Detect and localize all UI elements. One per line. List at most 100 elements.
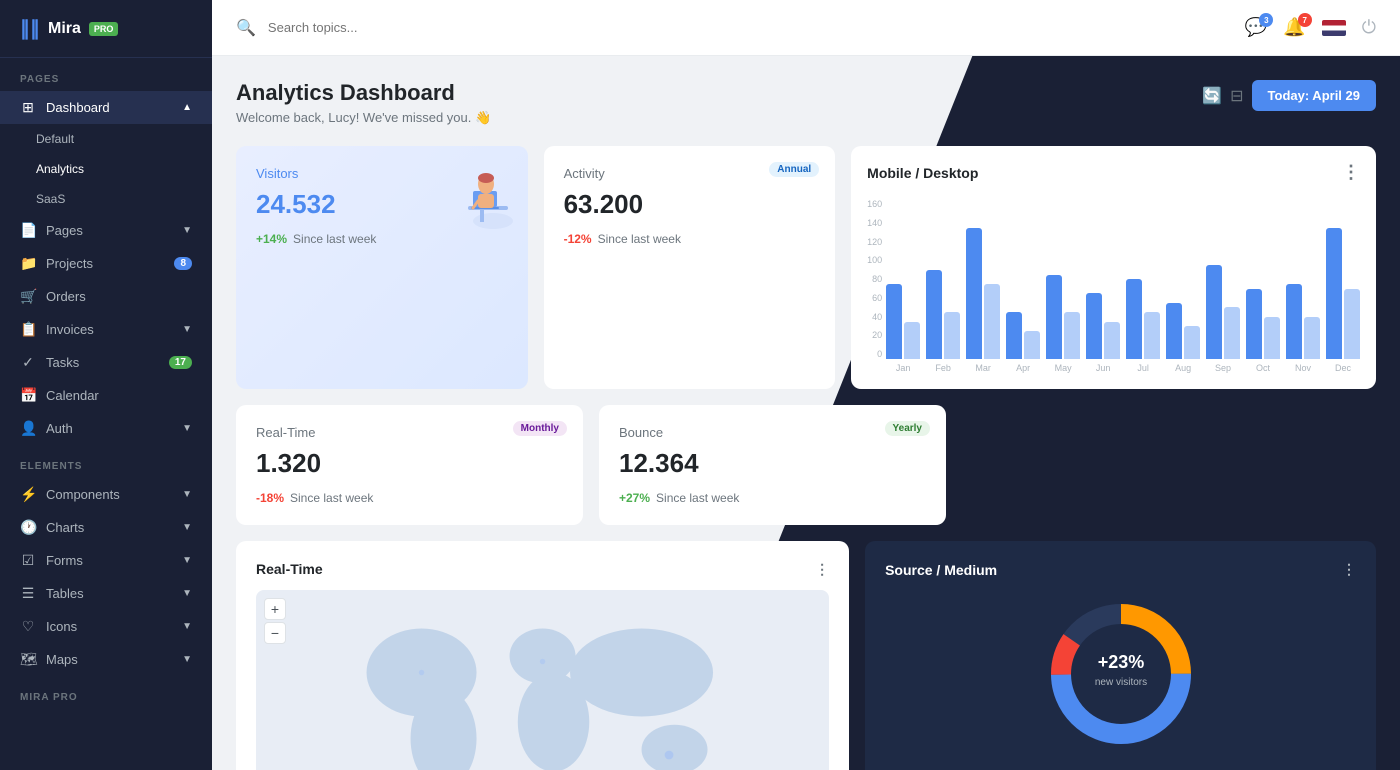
dark-bar — [1206, 265, 1222, 359]
bar-label: Mar — [966, 363, 1000, 373]
chevron-down-icon-icons: ▼ — [182, 621, 192, 632]
tasks-icon: ✓ — [20, 354, 36, 371]
realtime-stat-value: 1.320 — [256, 448, 563, 479]
light-bar — [1184, 326, 1200, 359]
chevron-down-icon-pages: ▼ — [182, 225, 192, 236]
sidebar-item-forms[interactable]: ☑ Forms ▼ — [0, 544, 212, 577]
sidebar-item-invoices-label: Invoices — [46, 322, 94, 337]
sidebar-item-calendar-label: Calendar — [46, 388, 99, 403]
bar-labels: JanFebMarAprMayJunJulAugSepOctNovDec — [886, 363, 1360, 373]
refresh-button[interactable]: 🔄 — [1202, 86, 1222, 106]
sidebar-item-orders-label: Orders — [46, 289, 86, 304]
world-map: + − — [256, 590, 829, 770]
activity-card: Activity Annual 63.200 -12% Since last w… — [544, 146, 836, 389]
sidebar-item-orders[interactable]: 🛒 Orders — [0, 280, 212, 313]
charts-icon: 🕐 — [20, 519, 36, 536]
filter-button[interactable]: ⊟ — [1230, 86, 1243, 106]
sidebar-section-elements: ELEMENTS — [0, 445, 212, 478]
sidebar-sub-saas-label: SaaS — [36, 192, 65, 206]
svg-text:+23%: +23% — [1097, 652, 1144, 672]
bar-group — [1006, 312, 1040, 359]
chevron-down-icon-maps: ▼ — [182, 654, 192, 665]
chevron-down-icon-forms: ▼ — [182, 555, 192, 566]
light-bar — [984, 284, 1000, 359]
source-more-button[interactable]: ⋮ — [1342, 561, 1356, 578]
page-title: Analytics Dashboard — [236, 80, 491, 106]
tasks-badge: 17 — [169, 356, 192, 369]
today-button[interactable]: Today: April 29 — [1252, 80, 1376, 111]
donut-svg: +23% new visitors — [1041, 594, 1201, 754]
dark-bar — [1046, 275, 1062, 359]
chevron-down-icon-charts: ▼ — [182, 522, 192, 533]
search-input[interactable] — [268, 20, 1233, 35]
chevron-down-icon-components: ▼ — [182, 489, 192, 500]
realtime-stat-card: Real-Time Monthly 1.320 -18% Since last … — [236, 405, 583, 525]
dark-bar — [1286, 284, 1302, 359]
sidebar-item-dashboard[interactable]: ⊞ Dashboard ▲ — [0, 91, 212, 124]
sidebar-item-icons[interactable]: ♡ Icons ▼ — [0, 610, 212, 643]
chevron-down-icon-tables: ▼ — [182, 588, 192, 599]
sidebar-item-tasks-label: Tasks — [46, 355, 79, 370]
bar-label: Jan — [886, 363, 920, 373]
bar-label: Feb — [926, 363, 960, 373]
dark-bar — [926, 270, 942, 359]
projects-badge: 8 — [174, 257, 192, 270]
sidebar-logo: ∥∥ Mira PRO — [0, 0, 212, 58]
dark-bar — [886, 284, 902, 359]
sidebar-item-dashboard-label: Dashboard — [46, 100, 110, 115]
alerts-button[interactable]: 🔔 7 — [1283, 17, 1305, 38]
sidebar-item-components-label: Components — [46, 487, 120, 502]
light-bar — [1144, 312, 1160, 359]
notifications-badge: 3 — [1259, 13, 1273, 27]
chevron-down-icon-invoices: ▼ — [182, 324, 192, 335]
power-button[interactable]: ⏻ — [1362, 17, 1376, 38]
sidebar-item-components[interactable]: ⚡ Components ▼ — [0, 478, 212, 511]
sidebar-item-invoices[interactable]: 📋 Invoices ▼ — [0, 313, 212, 346]
visitors-card: Visitors 24.532 +14% Since last week — [236, 146, 528, 389]
dark-bar — [1246, 289, 1262, 359]
page-header-left: Analytics Dashboard Welcome back, Lucy! … — [236, 80, 491, 126]
main-wrapper: 🔍 💬 3 🔔 7 ⏻ Analytics Dashboard Welcome … — [212, 0, 1400, 770]
sidebar-item-calendar[interactable]: 📅 Calendar — [0, 379, 212, 412]
notifications-button[interactable]: 💬 3 — [1245, 17, 1267, 38]
sidebar-item-charts[interactable]: 🕐 Charts ▼ — [0, 511, 212, 544]
sidebar-item-icons-label: Icons — [46, 619, 77, 634]
dark-bar — [1086, 293, 1102, 359]
realtime-more-button[interactable]: ⋮ — [815, 561, 829, 578]
y-axis: 160 140 120 100 80 60 40 20 0 — [867, 199, 882, 359]
calendar-icon: 📅 — [20, 387, 36, 404]
forms-icon: ☑ — [20, 552, 36, 569]
sidebar-item-auth[interactable]: 👤 Auth ▼ — [0, 412, 212, 445]
sidebar-item-default[interactable]: Default — [0, 124, 212, 154]
bar-label: Nov — [1286, 363, 1320, 373]
world-map-svg — [256, 590, 829, 770]
bar-group — [1086, 293, 1120, 359]
sidebar-item-projects[interactable]: 📁 Projects 8 — [0, 247, 212, 280]
sidebar-item-pages[interactable]: 📄 Pages ▼ — [0, 214, 212, 247]
chart-more-button[interactable]: ⋮ — [1342, 162, 1360, 183]
activity-badge: Annual — [769, 162, 819, 177]
components-icon: ⚡ — [20, 486, 36, 503]
sidebar-item-auth-label: Auth — [46, 421, 73, 436]
bar-group — [1286, 284, 1320, 359]
sidebar-item-saas[interactable]: SaaS — [0, 184, 212, 214]
light-bar — [1024, 331, 1040, 359]
sidebar-item-maps[interactable]: 🗺 Maps ▼ — [0, 643, 212, 676]
sidebar-item-tables[interactable]: ☰ Tables ▼ — [0, 577, 212, 610]
bar-label: Aug — [1166, 363, 1200, 373]
language-selector[interactable] — [1322, 20, 1346, 36]
sidebar-item-analytics[interactable]: Analytics — [0, 154, 212, 184]
bar-label: May — [1046, 363, 1080, 373]
bar-group — [1166, 303, 1200, 359]
donut-chart: +23% new visitors — [885, 594, 1356, 754]
light-bar — [1064, 312, 1080, 359]
light-bar — [1304, 317, 1320, 359]
realtime-map-card: Real-Time ⋮ + − — [236, 541, 849, 770]
realtime-stat-badge: Monthly — [513, 421, 567, 436]
sidebar-item-tasks[interactable]: ✓ Tasks 17 — [0, 346, 212, 379]
logo-name: Mira — [48, 20, 81, 38]
orders-icon: 🛒 — [20, 288, 36, 305]
bar-label: Apr — [1006, 363, 1040, 373]
dark-bar — [1326, 228, 1342, 359]
light-bar — [1104, 322, 1120, 360]
